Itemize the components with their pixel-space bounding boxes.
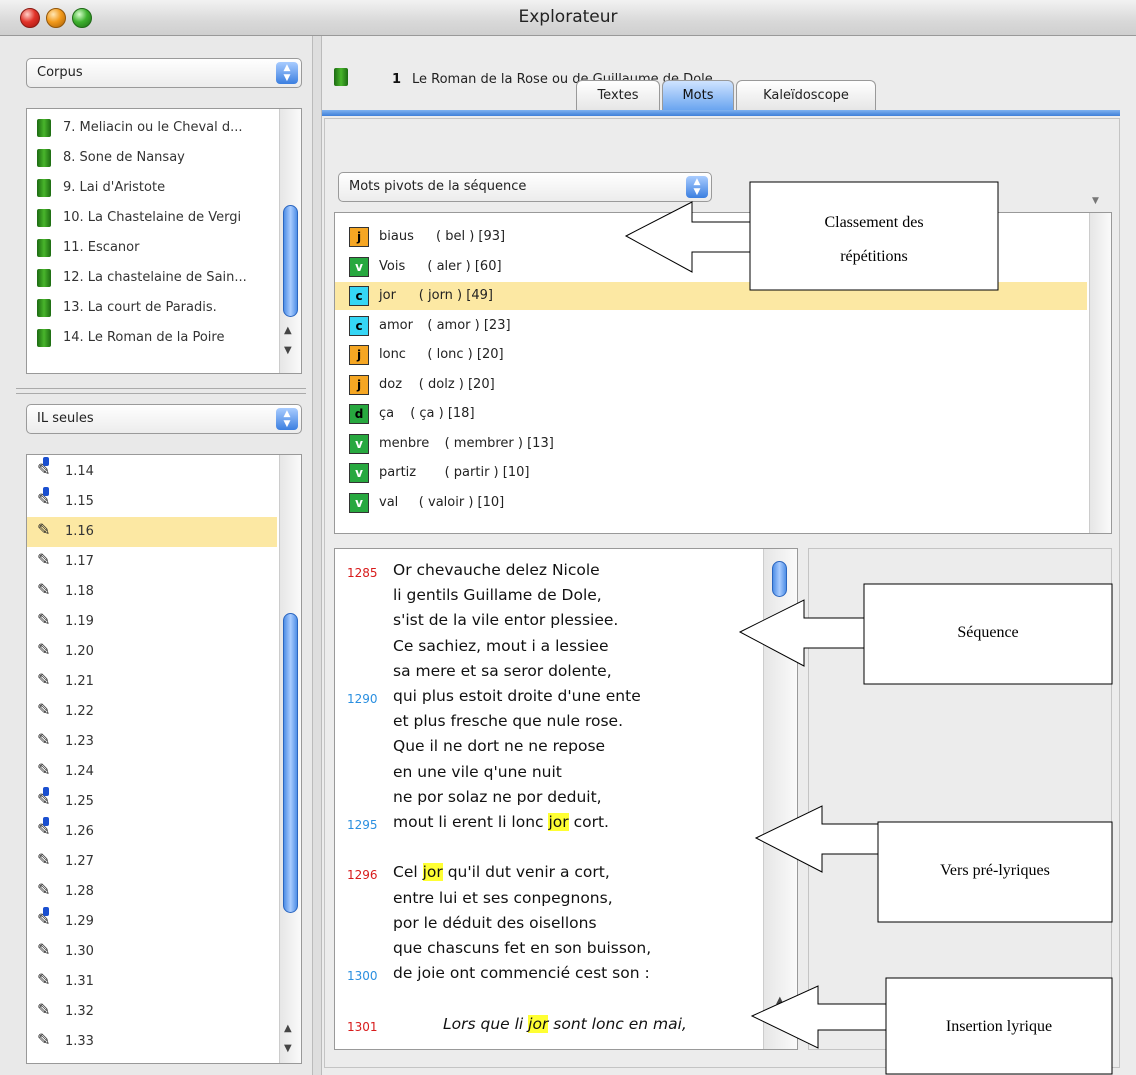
callout-classement: Classement des répétitions bbox=[750, 206, 998, 274]
callout-lyrical-insertion: Insertion lyrique bbox=[945, 1018, 1053, 1035]
callout-sequence: Séquence bbox=[957, 624, 1019, 641]
callout-arrows bbox=[624, 181, 1113, 1075]
callout-prelyrical: Vers pré-lyriques bbox=[940, 862, 1050, 879]
callout-line: Classement des bbox=[824, 214, 924, 231]
callout-line: répétitions bbox=[840, 248, 908, 265]
